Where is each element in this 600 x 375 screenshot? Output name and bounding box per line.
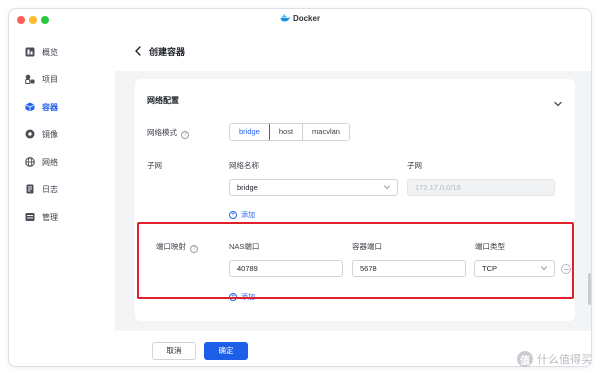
sidebar-item-label: 概览 bbox=[42, 47, 58, 57]
network-mode-selector: bridge host macvlan bbox=[229, 123, 350, 141]
image-icon bbox=[25, 129, 35, 139]
network-name-select[interactable]: bridge bbox=[229, 179, 398, 196]
overview-icon bbox=[25, 47, 35, 57]
app-title: Docker bbox=[9, 14, 591, 24]
docker-icon bbox=[280, 14, 290, 24]
nas-port-input[interactable]: 40789 bbox=[229, 260, 343, 277]
mode-option-bridge[interactable]: bridge bbox=[229, 124, 270, 140]
collapse-button[interactable] bbox=[553, 95, 563, 107]
port-mapping-label-text: 端口映射 bbox=[156, 242, 186, 251]
chevron-down-icon bbox=[540, 266, 548, 271]
mode-option-host[interactable]: host bbox=[269, 124, 304, 140]
sidebar-item-label: 容器 bbox=[42, 102, 58, 112]
port-mapping-label: 端口映射? bbox=[156, 241, 198, 253]
sidebar-item-manage[interactable]: 管理 bbox=[25, 210, 58, 224]
sidebar-item-container[interactable]: 容器 bbox=[25, 100, 58, 114]
network-mode-label-text: 网络模式 bbox=[147, 128, 177, 137]
sidebar-item-log[interactable]: 日志 bbox=[25, 182, 58, 196]
add-network-label: 添加 bbox=[241, 212, 255, 219]
help-icon[interactable]: ? bbox=[181, 131, 189, 139]
container-icon bbox=[25, 102, 35, 112]
plus-circle-icon: + bbox=[229, 293, 237, 301]
network-mode-label: 网络模式? bbox=[147, 127, 189, 139]
cancel-button[interactable]: 取消 bbox=[152, 342, 196, 360]
remove-port-button[interactable] bbox=[561, 264, 571, 274]
sidebar-item-label: 日志 bbox=[42, 184, 58, 194]
main-content: 创建容器 网络配置 网络模式? bridge host macvlan 子网 网… bbox=[115, 31, 591, 366]
section-title: 网络配置 bbox=[147, 96, 179, 105]
sidebar: 概览 项目 容器 镜像 网络 日志 管理 bbox=[9, 31, 115, 366]
network-config-card: 网络配置 网络模式? bridge host macvlan 子网 网络名称 子… bbox=[135, 79, 575, 321]
manage-icon bbox=[25, 212, 35, 222]
subnet-header: 子网 bbox=[407, 161, 422, 170]
chevron-down-icon bbox=[383, 185, 391, 190]
sidebar-item-project[interactable]: 项目 bbox=[25, 72, 58, 86]
container-port-header: 容器端口 bbox=[352, 242, 382, 251]
watermark-text: 什么值得买 bbox=[537, 354, 592, 366]
port-type-select[interactable]: TCP bbox=[474, 260, 555, 277]
add-network-button[interactable]: + 添加 bbox=[229, 210, 255, 220]
mode-option-macvlan[interactable]: macvlan bbox=[303, 124, 349, 140]
watermark: 值 什么值得买 bbox=[517, 351, 592, 367]
back-button[interactable] bbox=[133, 44, 143, 56]
title-bar: Docker bbox=[9, 9, 591, 31]
subnet-label: 子网 bbox=[147, 161, 162, 170]
sidebar-item-label: 镜像 bbox=[42, 129, 58, 139]
minus-icon bbox=[563, 268, 569, 270]
watermark-badge: 值 bbox=[517, 351, 533, 367]
sidebar-item-label: 网络 bbox=[42, 157, 58, 167]
sidebar-item-label: 项目 bbox=[42, 74, 58, 84]
chevron-left-icon bbox=[135, 46, 141, 56]
subnet-input: 172.17.0.0/16 bbox=[407, 179, 555, 196]
subnet-placeholder: 172.17.0.0/16 bbox=[415, 183, 461, 192]
log-icon bbox=[25, 184, 35, 194]
network-icon bbox=[25, 157, 35, 167]
container-port-value: 5678 bbox=[360, 264, 377, 273]
plus-circle-icon: + bbox=[229, 211, 237, 219]
scrollbar[interactable] bbox=[588, 273, 591, 305]
port-type-header: 端口类型 bbox=[475, 242, 505, 251]
sidebar-item-label: 管理 bbox=[42, 212, 58, 222]
nas-port-header: NAS端口 bbox=[229, 242, 260, 251]
sidebar-item-image[interactable]: 镜像 bbox=[25, 127, 58, 141]
app-window: Docker 概览 项目 容器 镜像 网络 日志 管理 创建容器 网络配置 网络… bbox=[8, 8, 592, 367]
page-title: 创建容器 bbox=[149, 47, 186, 57]
page-header: 创建容器 bbox=[115, 31, 591, 71]
sidebar-item-network[interactable]: 网络 bbox=[25, 155, 58, 169]
confirm-button[interactable]: 确定 bbox=[204, 342, 248, 360]
container-port-input[interactable]: 5678 bbox=[352, 260, 466, 277]
chevron-down-icon bbox=[554, 101, 562, 107]
app-title-text: Docker bbox=[292, 14, 321, 23]
help-icon[interactable]: ? bbox=[190, 245, 198, 253]
add-port-button[interactable]: + 添加 bbox=[229, 292, 255, 302]
add-port-label: 添加 bbox=[241, 294, 255, 301]
sidebar-item-overview[interactable]: 概览 bbox=[25, 45, 58, 59]
network-name-value: bridge bbox=[237, 183, 258, 192]
project-icon bbox=[25, 74, 35, 84]
port-type-value: TCP bbox=[482, 264, 497, 273]
network-name-header: 网络名称 bbox=[229, 161, 259, 170]
nas-port-value: 40789 bbox=[237, 264, 258, 273]
